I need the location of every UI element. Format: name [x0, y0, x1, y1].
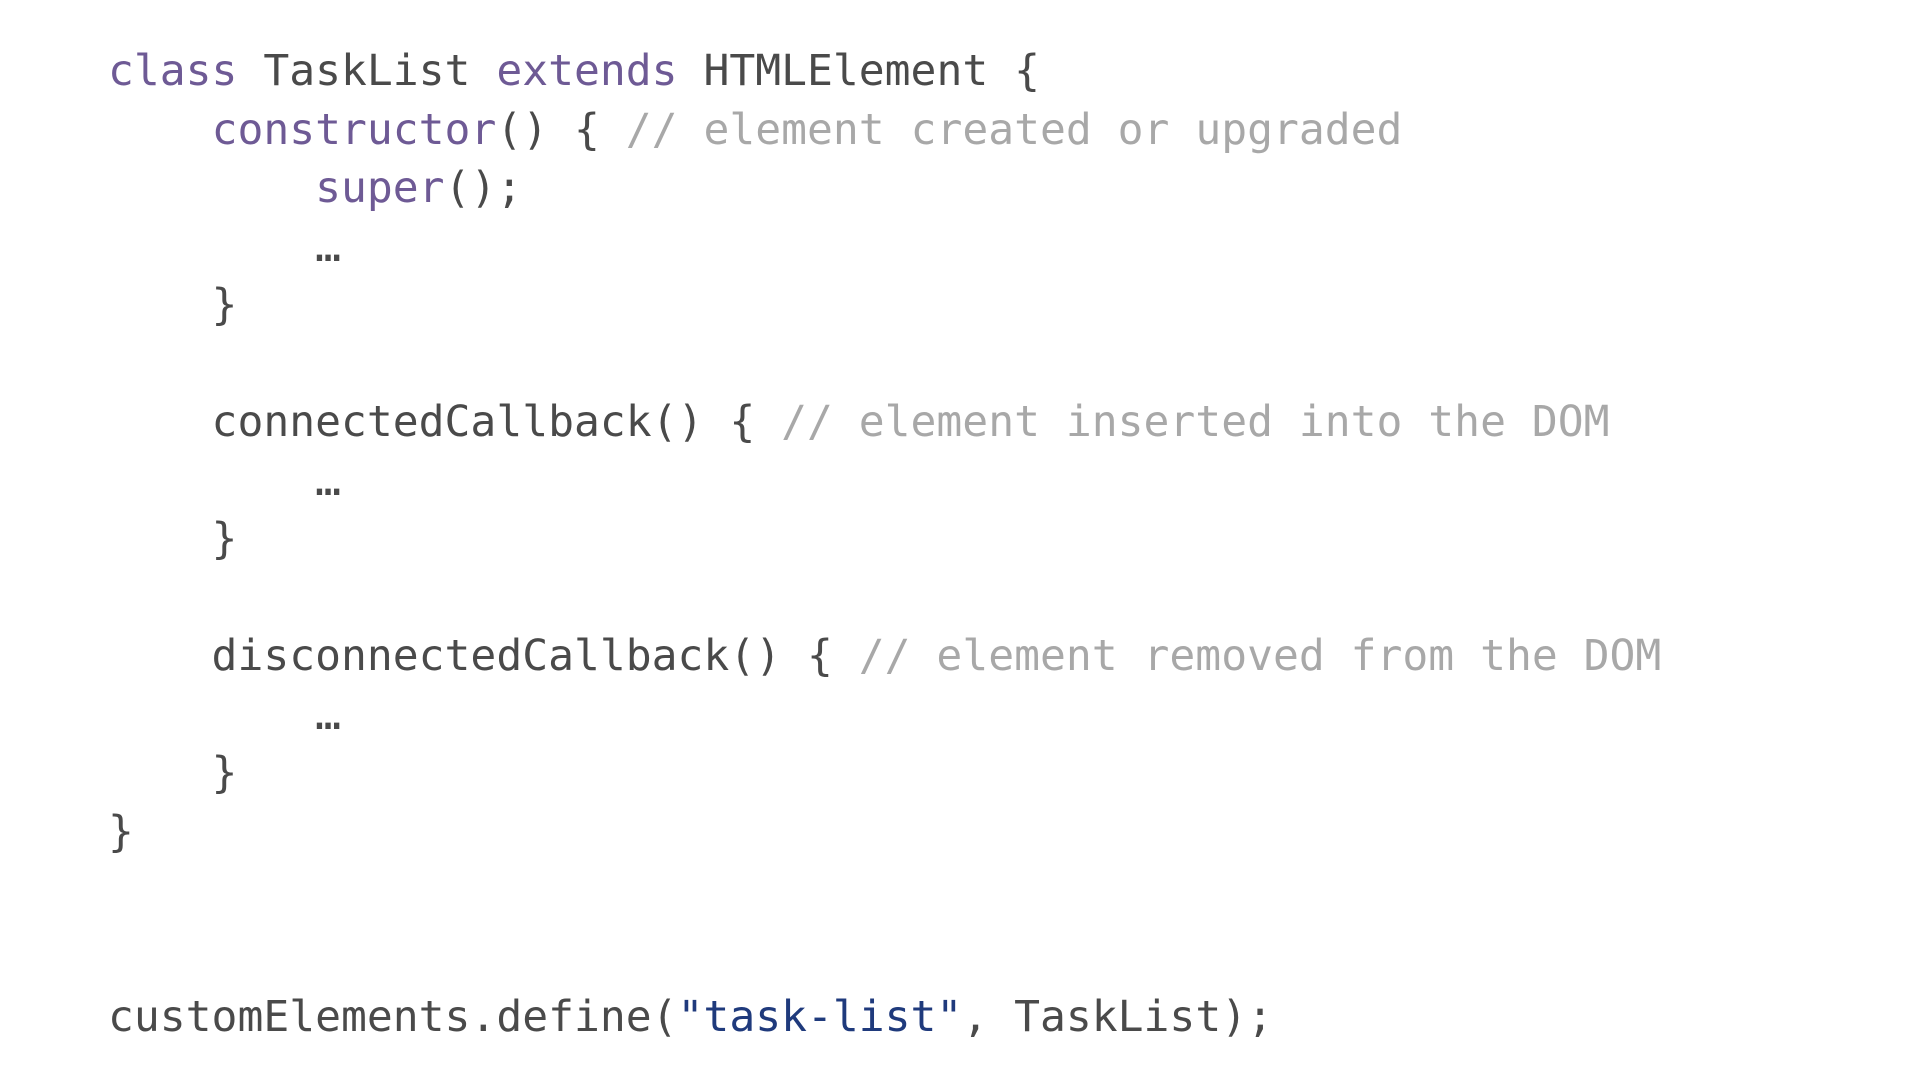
- plain-token: …: [108, 221, 341, 272]
- code-line: }: [108, 803, 1661, 862]
- define-statement: customElements.define("task-list", TaskL…: [108, 988, 1273, 1047]
- keyword-token: class: [108, 46, 238, 96]
- plain-token: disconnectedCallback() {: [108, 631, 859, 681]
- code-line: constructor() { // element created or up…: [108, 101, 1661, 160]
- plain-token: , TaskList);: [962, 992, 1273, 1042]
- code-line: }: [108, 744, 1661, 803]
- plain-token: TaskList: [237, 46, 497, 96]
- plain-token: ();: [444, 163, 523, 213]
- code-line: }: [108, 510, 1661, 569]
- code-line: ​: [108, 335, 1661, 394]
- code-line: ​: [108, 569, 1661, 628]
- plain-token: }: [108, 748, 238, 798]
- plain-token: customElements.define(: [108, 992, 678, 1042]
- plain-token: …: [108, 455, 341, 506]
- plain-token: …: [108, 689, 341, 740]
- code-line: disconnectedCallback() { // element remo…: [108, 627, 1662, 686]
- string-token: "task-list": [677, 992, 963, 1042]
- keyword-token: extends: [496, 46, 678, 96]
- keyword-token: super: [315, 163, 445, 213]
- code-line: …: [108, 452, 1661, 511]
- plain-token: connectedCallback() {: [108, 397, 782, 447]
- comment-token: // element inserted into the DOM: [781, 397, 1610, 447]
- code-line: class TaskList extends HTMLElement {: [108, 42, 1661, 101]
- code-line: connectedCallback() { // element inserte…: [108, 393, 1661, 452]
- comment-token: // element removed from the DOM: [858, 631, 1662, 681]
- code-line: …: [108, 218, 1661, 277]
- code-line: super();: [108, 159, 1661, 218]
- code-line: customElements.define("task-list", TaskL…: [108, 988, 1273, 1047]
- comment-token: // element created or upgraded: [625, 104, 1403, 155]
- plain-token: }: [108, 514, 238, 564]
- code-line: }: [108, 276, 1661, 335]
- plain-token: }: [108, 280, 238, 330]
- plain-token: }: [108, 806, 134, 857]
- plain-token: HTMLElement {: [677, 46, 1040, 96]
- code-line: …: [108, 686, 1661, 745]
- code-block: class TaskList extends HTMLElement { con…: [108, 42, 1661, 861]
- plain-token: () {: [496, 104, 626, 155]
- keyword-token: constructor: [211, 104, 497, 155]
